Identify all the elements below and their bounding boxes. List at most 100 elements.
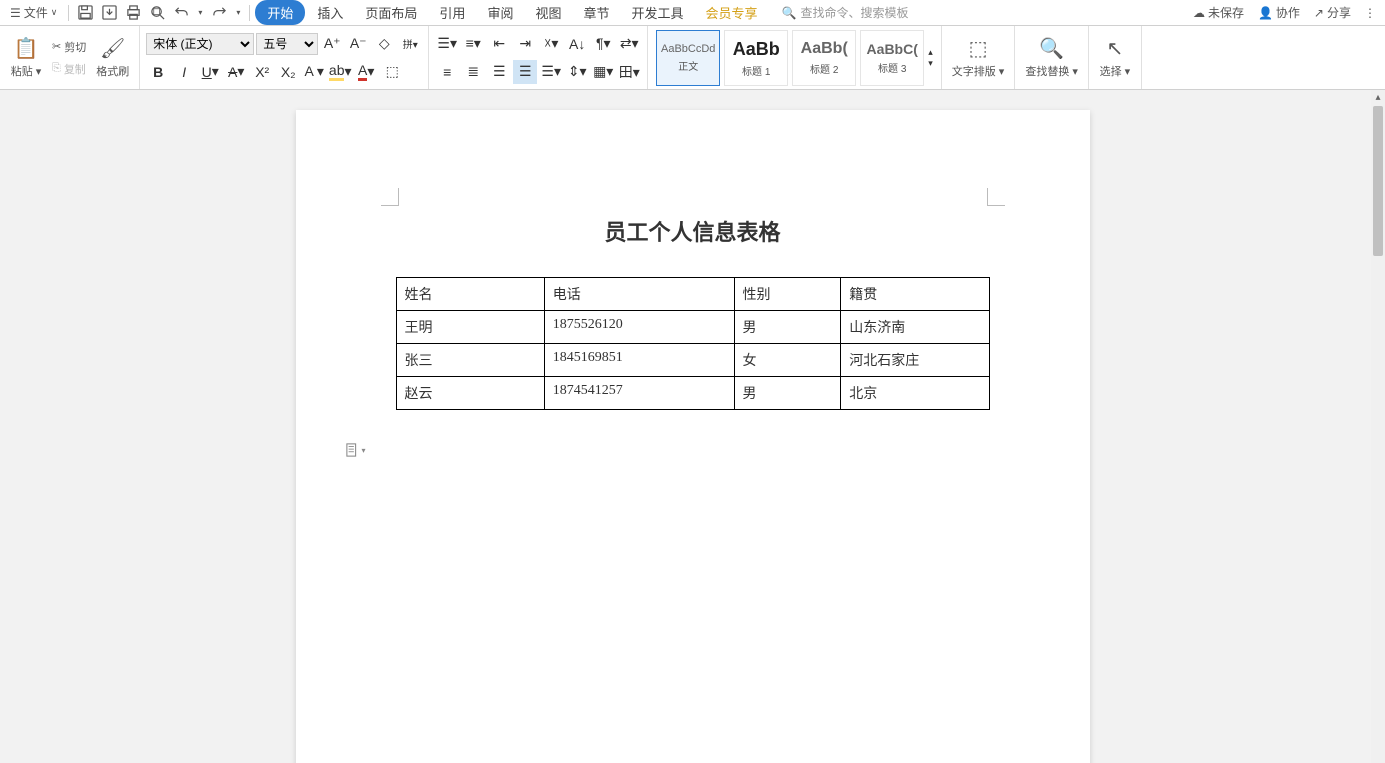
superscript-button[interactable]: X² <box>250 60 274 84</box>
shading-button[interactable]: ▦▾ <box>591 60 615 84</box>
table-cell[interactable]: 王明 <box>396 311 544 344</box>
clear-format-icon[interactable]: ◇ <box>372 32 396 56</box>
tabs-button[interactable]: ⇄▾ <box>617 32 641 56</box>
tab-references[interactable]: 引用 <box>429 0 475 25</box>
strikethrough-button[interactable]: A ▾ <box>224 60 248 84</box>
copy-button[interactable]: ⎘复制 <box>48 59 90 79</box>
table-cell[interactable]: 赵云 <box>396 377 544 410</box>
phonetic-icon[interactable]: 拼▾ <box>398 32 422 56</box>
show-marks-button[interactable]: ¶▾ <box>591 32 615 56</box>
font-size-select[interactable]: 五号 <box>256 33 318 55</box>
find-replace-button[interactable]: 🔍 查找替换 ▾ <box>1021 34 1082 81</box>
save-icon[interactable] <box>74 2 96 24</box>
text-layout-button[interactable]: ⬚ 文字排版 ▾ <box>948 34 1009 81</box>
bullets-button[interactable]: ☰▾ <box>435 32 459 56</box>
paragraph-options-icon[interactable]: ▾ <box>346 440 366 460</box>
tab-view[interactable]: 视图 <box>525 0 571 25</box>
styles-expand[interactable]: ▴▾ <box>926 47 935 69</box>
format-painter-button[interactable]: 🖌 格式刷 <box>92 34 133 81</box>
table-cell[interactable]: 河北石家庄 <box>841 344 989 377</box>
table-cell[interactable]: 1845169851 <box>544 344 734 377</box>
tab-review[interactable]: 审阅 <box>477 0 523 25</box>
bold-button[interactable]: B <box>146 60 170 84</box>
command-search[interactable]: 🔍 查找命令、搜索模板 <box>782 4 909 21</box>
scrollbar-thumb[interactable] <box>1373 106 1383 256</box>
redo-dropdown[interactable]: ▾ <box>232 2 244 24</box>
table-row[interactable]: 王明 1875526120 男 山东济南 <box>396 311 989 344</box>
table-cell[interactable]: 山东济南 <box>841 311 989 344</box>
line-spacing-button[interactable]: ⇕▾ <box>565 60 589 84</box>
styles-gallery[interactable]: AaBbCcDd正文 AaBb标题 1 AaBb(标题 2 AaBbC(标题 3… <box>648 26 942 89</box>
table-header-cell[interactable]: 籍贯 <box>841 278 989 311</box>
tab-insert[interactable]: 插入 <box>307 0 353 25</box>
vertical-scrollbar[interactable]: ▴ <box>1371 90 1385 763</box>
table-row[interactable]: 赵云 1874541257 男 北京 <box>396 377 989 410</box>
style-h2[interactable]: AaBb(标题 2 <box>792 30 856 86</box>
table-cell[interactable]: 男 <box>734 311 841 344</box>
scroll-up-icon[interactable]: ▴ <box>1371 90 1385 104</box>
file-menu[interactable]: ☰ 文件 ∨ <box>4 2 63 23</box>
tab-member[interactable]: 会员专享 <box>696 0 768 25</box>
font-name-select[interactable]: 宋体 (正文) <box>146 33 254 55</box>
tab-start[interactable]: 开始 <box>255 0 305 25</box>
print-icon[interactable] <box>122 2 144 24</box>
tab-section[interactable]: 章节 <box>573 0 619 25</box>
tab-page-layout[interactable]: 页面布局 <box>355 0 427 25</box>
brush-icon: 🖌 <box>100 36 125 61</box>
char-shading-button[interactable]: ⬚ <box>380 60 404 84</box>
decrease-font-icon[interactable]: A⁻ <box>346 32 370 56</box>
font-color-button[interactable]: A▾ <box>354 60 378 84</box>
table-cell[interactable]: 1875526120 <box>544 311 734 344</box>
undo-icon[interactable] <box>170 2 192 24</box>
numbering-button[interactable]: ≡▾ <box>461 32 485 56</box>
share-button[interactable]: ↗ 分享 <box>1308 2 1357 23</box>
decrease-indent-button[interactable]: ⇤ <box>487 32 511 56</box>
more-icon[interactable]: ⋮ <box>1359 2 1381 24</box>
table-header-cell[interactable]: 性别 <box>734 278 841 311</box>
save-as-icon[interactable] <box>98 2 120 24</box>
document-title[interactable]: 员工个人信息表格 <box>396 215 990 247</box>
borders-button[interactable]: 田▾ <box>617 60 641 84</box>
undo-dropdown[interactable]: ▾ <box>194 2 206 24</box>
redo-icon[interactable] <box>208 2 230 24</box>
table-header-row[interactable]: 姓名 电话 性别 籍贯 <box>396 278 989 311</box>
style-normal[interactable]: AaBbCcDd正文 <box>656 30 720 86</box>
employee-table[interactable]: 姓名 电话 性别 籍贯 王明 1875526120 男 山东济南 张三 1845… <box>396 277 990 410</box>
table-header-cell[interactable]: 电话 <box>544 278 734 311</box>
table-cell[interactable]: 1874541257 <box>544 377 734 410</box>
style-preview: AaBbC( <box>867 41 918 57</box>
text-effects-button[interactable]: A ▾ <box>302 60 326 84</box>
increase-font-icon[interactable]: A⁺ <box>320 32 344 56</box>
align-left-button[interactable]: ≡ <box>435 60 459 84</box>
collab-button[interactable]: 👤 协作 <box>1252 2 1306 23</box>
table-header-cell[interactable]: 姓名 <box>396 278 544 311</box>
increase-indent-button[interactable]: ⇥ <box>513 32 537 56</box>
align-justify-button[interactable]: ☰ <box>513 60 537 84</box>
paste-button[interactable]: 📋 粘贴 ▾ <box>6 34 46 81</box>
text-direction-button[interactable]: ☓▾ <box>539 32 563 56</box>
subscript-button[interactable]: X₂ <box>276 60 300 84</box>
italic-button[interactable]: I <box>172 60 196 84</box>
style-h1[interactable]: AaBb标题 1 <box>724 30 788 86</box>
table-cell[interactable]: 男 <box>734 377 841 410</box>
sort-button[interactable]: A↓ <box>565 32 589 56</box>
distribute-button[interactable]: ☰▾ <box>539 60 563 84</box>
cut-button[interactable]: ✂剪切 <box>48 37 90 57</box>
table-row[interactable]: 张三 1845169851 女 河北石家庄 <box>396 344 989 377</box>
underline-button[interactable]: U ▾ <box>198 60 222 84</box>
table-cell[interactable]: 张三 <box>396 344 544 377</box>
document-page[interactable]: 员工个人信息表格 姓名 电话 性别 籍贯 王明 1875526120 男 山东济… <box>296 110 1090 763</box>
print-preview-icon[interactable] <box>146 2 168 24</box>
highlight-button[interactable]: ab▾ <box>328 60 352 84</box>
table-cell[interactable]: 女 <box>734 344 841 377</box>
text-layout-label: 文字排版 <box>952 66 996 78</box>
document-workspace[interactable]: 员工个人信息表格 姓名 电话 性别 籍贯 王明 1875526120 男 山东济… <box>0 90 1385 763</box>
tab-dev-tools[interactable]: 开发工具 <box>621 0 693 25</box>
select-button[interactable]: ↖ 选择 ▾ <box>1095 34 1135 81</box>
align-center-button[interactable]: ≣ <box>461 60 485 84</box>
table-cell[interactable]: 北京 <box>841 377 989 410</box>
style-h3[interactable]: AaBbC(标题 3 <box>860 30 924 86</box>
align-right-button[interactable]: ☰ <box>487 60 511 84</box>
cursor-icon: ↖ <box>1107 36 1124 61</box>
unsaved-status[interactable]: ☁ 未保存 <box>1187 2 1250 23</box>
